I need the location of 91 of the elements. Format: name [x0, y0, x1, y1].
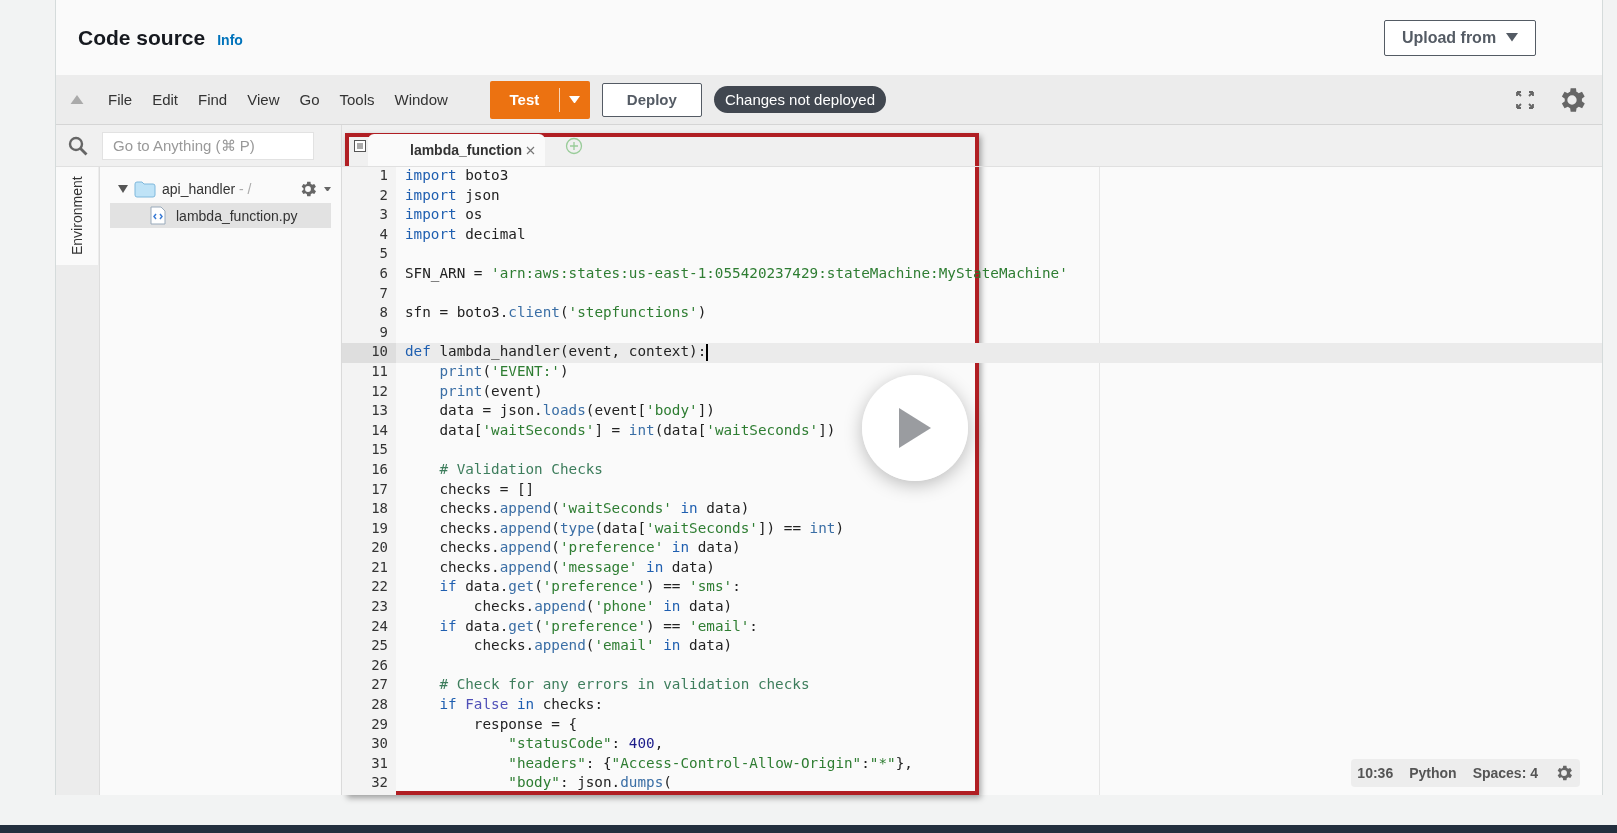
language-mode[interactable]: Python: [1409, 765, 1457, 781]
code-line: if False in checks:: [438, 696, 603, 715]
status-badge: Changes not deployed: [713, 86, 886, 113]
folder-name[interactable]: api_handler - /: [162, 181, 252, 197]
folder-icon: [134, 180, 156, 198]
line-number: 13: [370, 402, 389, 421]
menu-item[interactable]: Go: [299, 91, 320, 108]
line-number: 25: [370, 637, 389, 656]
line-number: 16: [370, 460, 389, 479]
caret-down-icon: [324, 186, 331, 192]
code-line: import json: [404, 186, 500, 205]
close-icon[interactable]: [526, 145, 535, 155]
search-icon[interactable]: [68, 135, 88, 156]
line-number: 27: [370, 676, 389, 695]
code-line: "headers": {"Access-Control-Allow-Origin":"*"},: [507, 754, 913, 773]
menu-item[interactable]: File: [108, 91, 133, 108]
menu-item[interactable]: Edit: [152, 91, 179, 108]
line-number: 17: [370, 480, 389, 499]
line-number: 12: [370, 382, 389, 401]
python-file-icon: [150, 206, 166, 225]
line-number: 19: [370, 519, 389, 538]
code-line: checks.append('email' in data): [472, 637, 733, 656]
deploy-button[interactable]: Deploy: [601, 82, 702, 117]
code-line: print(event): [438, 382, 543, 401]
line-number: 11: [370, 362, 389, 381]
caret-down-icon: [1506, 33, 1519, 42]
line-number: 20: [370, 539, 389, 558]
line-number: 31: [370, 754, 389, 773]
section-title: Code source: [78, 25, 206, 50]
code-line: import boto3: [404, 167, 509, 185]
code-line: import decimal: [404, 225, 526, 244]
code-line: def lambda_handler(event, context):: [404, 343, 708, 363]
code-line: checks = []: [438, 480, 535, 499]
line-number: 15: [370, 441, 389, 460]
line-number: 7: [378, 284, 389, 303]
code-line: checks.append('waitSeconds' in data): [438, 500, 750, 519]
code-line: # Check for any errors in validation checks: [438, 676, 810, 695]
line-number: 32: [370, 774, 389, 793]
code-line: print('EVENT:'): [438, 362, 569, 381]
code-line: response = {: [472, 715, 578, 734]
line-number: 4: [378, 225, 389, 244]
line-number: 2: [378, 186, 389, 205]
fullscreen-icon[interactable]: [1516, 90, 1534, 109]
line-number: 30: [370, 735, 389, 754]
code-line: "statusCode": 400,: [507, 735, 664, 754]
upload-from-button[interactable]: Upload from: [1384, 19, 1536, 56]
line-number: 29: [370, 715, 389, 734]
info-link[interactable]: Info: [217, 31, 243, 48]
code-line: # Validation Checks: [438, 460, 603, 479]
play-icon: [897, 406, 933, 450]
code-line: data = json.loads(event['body']): [438, 402, 715, 421]
line-number: 5: [378, 245, 389, 264]
code-line: checks.append('message' in data): [438, 558, 715, 577]
code-line: checks.append('phone' in data): [472, 598, 733, 617]
line-number: 10: [342, 343, 396, 363]
python-script-entry[interactable]: lambda_function.py: [110, 203, 331, 228]
line-number: 3: [378, 206, 389, 225]
environment-tab[interactable]: Environment: [56, 167, 98, 265]
line-number: 23: [370, 598, 389, 617]
line-number: 6: [378, 264, 389, 283]
line-number: 18: [370, 500, 389, 519]
line-number: 8: [378, 304, 389, 323]
line-number: 21: [370, 558, 389, 577]
code-line: if data.get('preference') == 'sms':: [438, 578, 741, 597]
line-number: 28: [370, 696, 389, 715]
code-line: data['waitSeconds'] = int(data['waitSeconds']): [438, 421, 836, 440]
line-number: 1: [378, 167, 389, 185]
code-line: if data.get('preference') == 'email':: [438, 617, 758, 636]
line-number: 26: [370, 656, 389, 675]
caret-down-icon: [569, 95, 581, 104]
code-line: checks.append('preference' in data): [438, 539, 741, 558]
add-tab-icon[interactable]: [565, 136, 583, 155]
code-line: checks.append(type(data['waitSeconds']) == int): [438, 519, 845, 538]
code-line: "body": json.dumps(: [507, 774, 672, 793]
expanded-caret-icon[interactable]: [118, 185, 128, 193]
line-number: 14: [370, 421, 389, 440]
menu-item[interactable]: Window: [394, 91, 448, 108]
line-number: 22: [370, 578, 389, 597]
cursor-position: 10:36: [1357, 765, 1394, 781]
menu-item[interactable]: Tools: [339, 91, 375, 108]
indent-setting[interactable]: Spaces: 4: [1472, 765, 1538, 781]
line-number: 24: [370, 617, 389, 636]
menu-item[interactable]: View: [247, 91, 280, 108]
line-number: 9: [378, 323, 389, 342]
code-line: import os: [404, 206, 483, 225]
file-list-icon[interactable]: [354, 139, 366, 152]
editor-tab[interactable]: lambda_function: [368, 134, 545, 166]
menu-item[interactable]: Find: [198, 91, 228, 108]
code-line: sfn = boto3.client('stepfunctions'): [404, 304, 707, 323]
play-button[interactable]: [862, 375, 968, 481]
search-field[interactable]: Go to Anything (⌘ P): [102, 131, 314, 160]
